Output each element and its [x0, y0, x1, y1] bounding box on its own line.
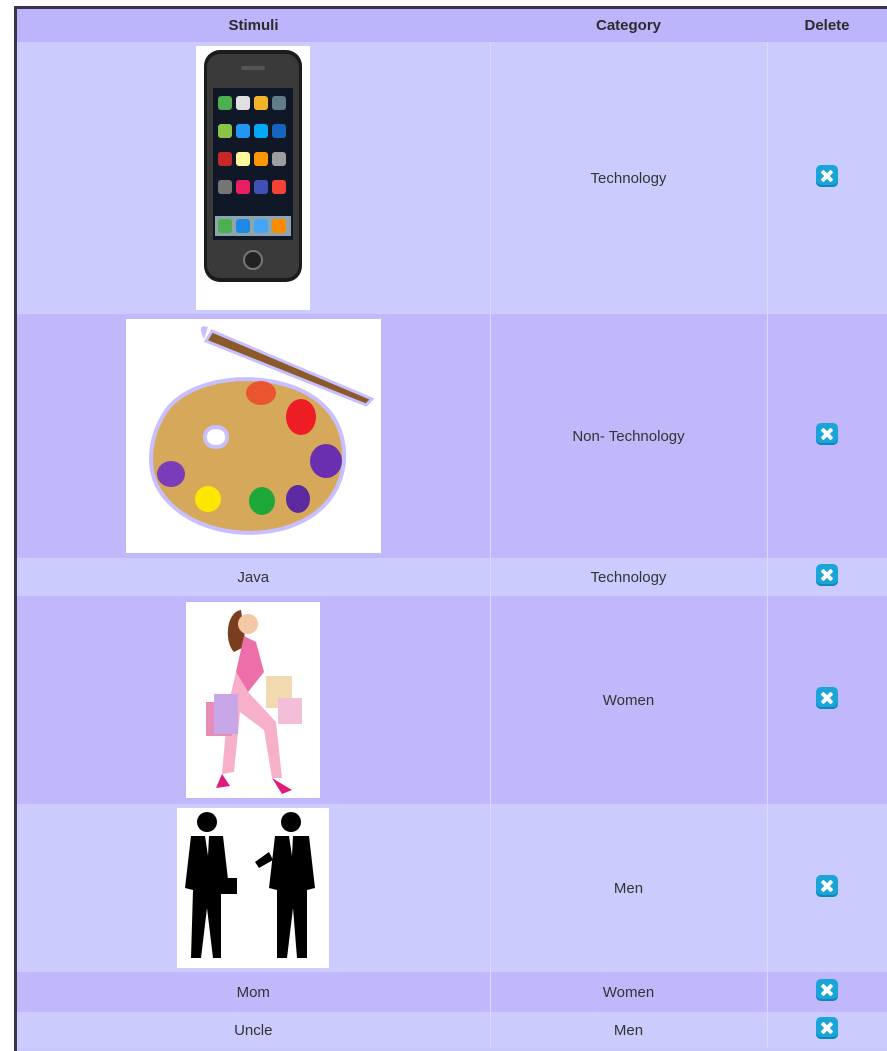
delete-cell — [767, 596, 887, 804]
stimulus-cell: Mom — [17, 972, 491, 1012]
table-row: Mom Women — [17, 972, 887, 1012]
delete-x-icon[interactable] — [816, 165, 839, 187]
businessmen-silhouette-image — [177, 808, 330, 968]
category-cell: Men — [490, 1012, 768, 1048]
category-cell: Men — [490, 804, 768, 972]
delete-cell — [767, 804, 887, 972]
table-row: Uncle Men — [17, 1012, 887, 1048]
stimulus-cell — [17, 314, 491, 558]
category-cell: Technology — [490, 42, 768, 314]
delete-cell — [767, 314, 887, 558]
stimulus-cell — [17, 42, 491, 314]
table-row: Non- Technology — [17, 314, 887, 558]
delete-x-icon[interactable] — [816, 979, 839, 1001]
table-row: Technology — [17, 42, 887, 314]
delete-cell — [767, 1012, 887, 1048]
header-category: Category — [490, 9, 767, 42]
delete-x-icon[interactable] — [816, 687, 839, 709]
stimuli-table: Stimuli Category Delete Technology Non- … — [17, 9, 887, 1048]
delete-cell — [767, 972, 887, 1012]
stimulus-cell — [17, 804, 491, 972]
stimulus-cell — [17, 596, 491, 804]
delete-x-icon[interactable] — [816, 1017, 839, 1039]
header-delete: Delete — [767, 9, 887, 42]
table-row: Women — [17, 596, 887, 804]
table-header-row: Stimuli Category Delete — [17, 9, 887, 42]
delete-cell — [767, 558, 887, 596]
delete-cell — [767, 42, 887, 314]
stimulus-cell: Java — [17, 558, 491, 596]
category-cell: Women — [490, 972, 768, 1012]
delete-x-icon[interactable] — [816, 423, 839, 445]
delete-x-icon[interactable] — [816, 564, 839, 586]
smartphone-image — [196, 46, 311, 310]
woman-shopping-image — [186, 602, 321, 798]
stimuli-table-frame: Stimuli Category Delete Technology Non- … — [14, 6, 887, 1051]
category-cell: Technology — [490, 558, 768, 596]
paint-palette-image — [125, 319, 381, 553]
category-cell: Non- Technology — [490, 314, 768, 558]
table-row: Java Technology — [17, 558, 887, 596]
delete-x-icon[interactable] — [816, 875, 839, 897]
header-stimuli: Stimuli — [17, 9, 490, 42]
table-row: Men — [17, 804, 887, 972]
category-cell: Women — [490, 596, 768, 804]
stimulus-cell: Uncle — [17, 1012, 491, 1048]
